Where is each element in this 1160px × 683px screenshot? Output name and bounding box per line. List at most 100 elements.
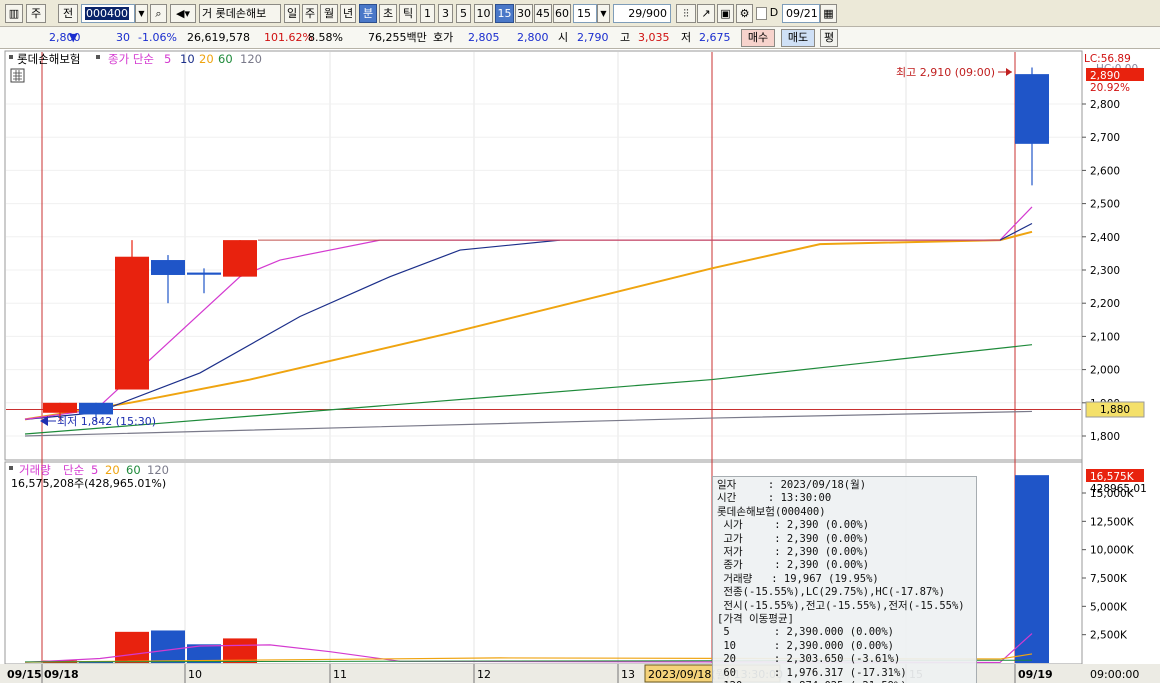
x-label-right: 09:00:00 [1090,668,1139,681]
sell-button[interactable]: 매도 [781,29,815,47]
candle-body [187,272,221,275]
layout-icon[interactable]: ▥ [5,4,23,23]
y-tick-label: 2,600 [1090,165,1120,177]
period-minute-button[interactable]: 분 [359,4,377,23]
volume-bar [1015,475,1049,663]
volume-label: 거래량 [19,463,51,477]
vol-ma60-legend: 60 [126,463,141,477]
y-tick-label: 2,300 [1090,265,1120,277]
x-label-0915: 09/15 [7,668,42,681]
price-panel-frame [4,50,1083,461]
tooltip-line: 시간 : 13:30:00 [717,492,832,505]
tooltip-line: 전시(-15.55%),전고(-15.55%),전저(-15.55%) [717,599,965,612]
interval-15-button[interactable]: 15 [495,4,514,23]
type-button[interactable]: 전 [58,4,78,23]
quote-bar: 2,800 ▼ 30 -1.06% 26,619,578 101.62% 8.5… [0,27,1160,49]
tooltip-line: 20 : 2,303.650 (-3.61%) [717,653,901,666]
volume-ma-label: 단순 [63,463,84,477]
calendar-icon[interactable]: ▦ [820,4,837,23]
buy-button[interactable]: 매수 [741,29,775,47]
period-tick-button[interactable]: 틱 [399,4,417,23]
volume-y-tick-label: 12,500K [1090,516,1135,528]
y-tick-label: 1,800 [1090,431,1120,443]
interval-30-button[interactable]: 30 [515,4,533,23]
save-icon[interactable]: ▣ [717,4,734,23]
down-arrow-icon: ▼ [69,31,78,44]
chart-svg: 2,800 2,700 2,600 2,500 2,400 2,300 2,200 2,100… [0,50,1160,683]
candle-body [1015,74,1049,144]
tooltip-line: 전종(-15.55%),LC(29.75%),HC(-17.87%) [717,586,945,599]
interval-1-button[interactable]: 1 [420,4,435,23]
volume-value-text: 16,575,208주(428,965.01%) [11,477,166,490]
interval-10-button[interactable]: 10 [474,4,493,23]
low-annotation-text: 최저 1,842 (15:30) [57,415,156,428]
ask-label: 호가 [433,31,454,44]
vol-ma20-legend: 20 [105,463,120,477]
tooltip-line: 종가 : 2,390 (0.00%) [717,559,870,572]
tooltip-line: 고가 : 2,390 (0.00%) [717,532,870,545]
count-input[interactable]: 29/900 [613,4,671,23]
checkbox[interactable] [756,7,767,20]
search-icon[interactable]: ⌕ [150,4,167,23]
x-axis-bar [0,664,1160,683]
x-label-12: 12 [477,668,491,681]
draw-tool-icon[interactable]: ↗ [697,4,715,23]
volume-value: 26,619,578 [187,31,250,44]
volume-y-tick-label: 2,500K [1090,630,1128,642]
ask-price: 2,805 [468,31,500,44]
volume-tag2: 428965.01 [1090,483,1147,495]
chart-area[interactable]: 2,800 2,700 2,600 2,500 2,400 2,300 2,200 2,100… [0,49,1160,683]
interval-input[interactable]: 15 [573,4,597,23]
interval-3-button[interactable]: 3 [438,4,453,23]
interval-45-button[interactable]: 45 [534,4,552,23]
candle-body [115,256,149,390]
interval-5-button[interactable]: 5 [456,4,471,23]
y-tick-label: 2,200 [1090,298,1120,310]
period-month-button[interactable]: 월 [320,4,338,23]
x-label-13: 13 [621,668,635,681]
tooltip-line: 시가 : 2,390 (0.00%) [717,519,870,532]
low-annotation: 최저 1,842 (15:30) [40,415,156,428]
candle-body [79,402,113,415]
period-second-button[interactable]: 초 [379,4,397,23]
top-toolbar: ▥ 주 전 000400 ▼ ⌕ ◀▾ 거 롯데손해보 일 주 월 년 분 초 … [0,0,1160,27]
company-name-button[interactable]: 거 롯데손해보 [199,4,281,23]
volume-bar [223,638,257,663]
turnover-rate: 8.58% [308,31,343,44]
high-price: 3,035 [638,31,670,44]
tooltip-line: 거래량 : 19,967 (19.95%) [717,572,879,585]
ma120-legend: 120 [240,52,262,66]
date-input[interactable]: 09/21 [782,4,820,23]
ma20-legend: 20 [199,52,214,66]
high-label: 고 [620,31,631,44]
data-tooltip: 일자 : 2023/09/18(월) 시간 : 13:30:00 롯데손해보험(00… [712,476,977,683]
volume-y-tick-label: 10,000K [1090,545,1135,557]
code-dropdown-icon[interactable]: ▼ [135,4,148,23]
volume-y-tick-label: 7,500K [1090,573,1128,585]
candle-body [151,260,185,275]
ma5-legend: 5 [164,52,171,66]
tooltip-line: 롯데손해보험(000400) [717,505,826,518]
market-button[interactable]: 주 [26,4,46,23]
tooltip-line: 10 : 2,390.000 (0.00%) [717,639,895,652]
volume-tag: 16,575K [1090,471,1135,483]
stock-code-input[interactable]: 000400 [81,4,135,23]
change-percent: -1.06% [138,31,177,44]
cross-tag: 1,880 [1100,404,1130,416]
low-price: 2,675 [699,31,731,44]
period-year-button[interactable]: 년 [340,4,356,23]
candle-settings-icon[interactable]: ⫶⫶ [676,4,696,23]
grid-toggle-icon[interactable] [10,68,25,83]
stock-label: 롯데손해보험 [17,52,80,66]
tooltip-line: [가격 이동평균] [717,613,794,626]
period-day-button[interactable]: 일 [284,4,300,23]
speaker-icon[interactable]: ◀▾ [170,4,196,23]
y-tick-label: 2,100 [1090,331,1120,343]
open-price: 2,790 [577,31,609,44]
period-week-button[interactable]: 주 [302,4,318,23]
y-tick-label: 2,400 [1090,232,1120,244]
eval-button[interactable]: 평 [820,29,838,47]
interval-dropdown-icon[interactable]: ▼ [597,4,610,23]
gear-icon[interactable]: ⚙ [736,4,753,23]
interval-60-button[interactable]: 60 [553,4,571,23]
